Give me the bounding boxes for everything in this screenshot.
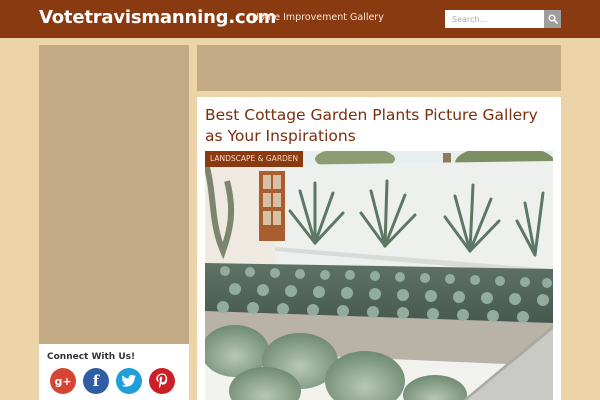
twitter-icon <box>121 374 136 387</box>
article-card: Best Cottage Garden Plants Picture Galle… <box>197 97 561 400</box>
google-plus-icon: g+ <box>54 374 72 388</box>
google-plus-button[interactable]: g+ <box>50 368 76 394</box>
search-button[interactable] <box>544 10 561 28</box>
sidebar-ad-panel <box>39 45 189 344</box>
search-icon <box>548 14 558 24</box>
top-header-bar: Votetravismanning.com Home Improvement G… <box>0 0 600 38</box>
category-badge[interactable]: LANDSCAPE & GARDEN <box>205 151 304 167</box>
facebook-icon: f <box>92 372 100 390</box>
connect-title: Connect With Us! <box>47 352 136 362</box>
search-input[interactable] <box>445 10 544 28</box>
search-form <box>445 10 561 28</box>
article-title-link[interactable]: Best Cottage Garden Plants Picture Galle… <box>205 105 557 147</box>
site-title-link[interactable]: Votetravismanning.com <box>39 7 276 28</box>
top-ad-banner <box>197 45 561 91</box>
pinterest-button[interactable] <box>149 368 175 394</box>
nav-link-home-improvement-gallery[interactable]: Home Improvement Gallery <box>252 12 384 23</box>
garden-photo-image <box>205 151 553 400</box>
garden-photo[interactable]: LANDSCAPE & GARDEN <box>205 151 553 400</box>
connect-widget: Connect With Us! g+ f <box>39 344 189 400</box>
facebook-button[interactable]: f <box>83 368 109 394</box>
twitter-button[interactable] <box>116 368 142 394</box>
pinterest-icon <box>156 373 168 389</box>
